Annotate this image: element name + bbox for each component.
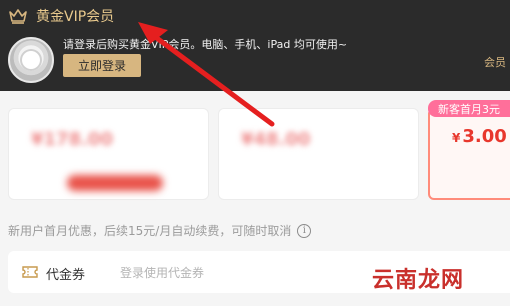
plan-price-selected: ¥3.00 [452, 126, 507, 147]
coupon-label: 代金券 [46, 268, 86, 283]
plan-price: ¥178.00 [31, 129, 113, 150]
info-icon[interactable]: i [297, 223, 312, 238]
member-link[interactable]: 会员 [484, 54, 506, 70]
title-row: 黄金VIP会员 [8, 6, 114, 26]
price-value: 3.00 [462, 126, 507, 147]
plan-price: ¥48.00 [241, 129, 311, 150]
page-title: 黄金VIP会员 [36, 9, 115, 25]
avatar[interactable] [8, 37, 54, 83]
renewal-notice: 新用户首月优惠，后续15元/月自动续费，可随时取消 i [8, 222, 312, 239]
plan-card-1[interactable]: ¥178.00 [8, 108, 209, 200]
crown-icon [9, 9, 27, 24]
vip-header: 黄金VIP会员 请登录后购买黄金VIP会员。电脑、手机、iPad 均可使用~ 立… [0, 0, 510, 91]
login-tip: 请登录后购买黄金VIP会员。电脑、手机、iPad 均可使用~ [63, 38, 348, 51]
watermark-logo: 云南龙网 [372, 267, 465, 293]
plan-card-2[interactable]: ¥48.00 [218, 108, 419, 200]
plan-badge [67, 175, 163, 191]
currency-symbol: ¥ [452, 131, 461, 145]
login-button[interactable]: 立即登录 [63, 54, 141, 77]
notice-text: 新用户首月优惠，后续15元/月自动续费，可随时取消 [8, 224, 292, 238]
new-customer-tag: 新客首月3元 [428, 100, 510, 117]
coupon-input[interactable]: 登录使用代金券 [120, 264, 204, 281]
ticket-icon [22, 266, 38, 278]
plan-card-3[interactable] [428, 108, 510, 200]
